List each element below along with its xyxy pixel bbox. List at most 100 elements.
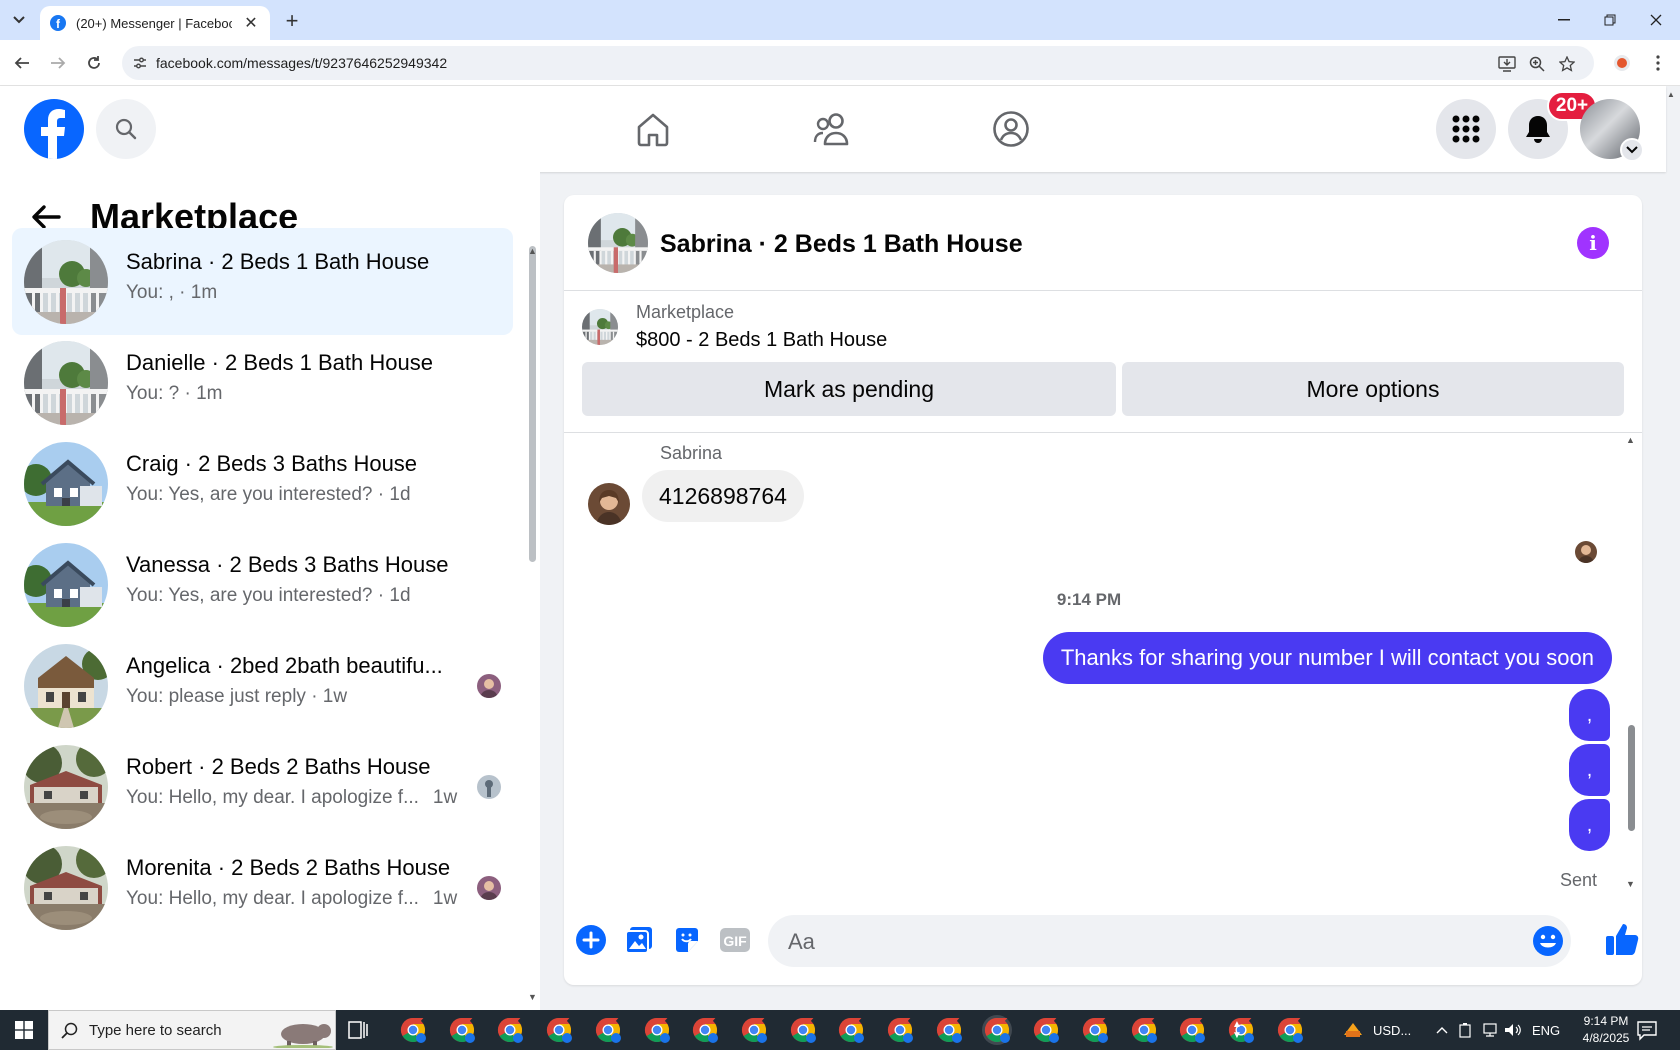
chrome-taskbar-icon[interactable] [447,1015,477,1045]
profile-icon[interactable] [1611,52,1633,74]
tray-scroll-icon[interactable]: ▲ ▼ [1232,1010,1242,1050]
chrome-taskbar-icon[interactable] [982,1015,1013,1045]
reload-icon[interactable] [82,51,106,75]
page-scroll-up-icon[interactable]: ▲ [1667,90,1675,99]
chat-scroll-down-icon[interactable]: ▼ [1626,879,1635,889]
groups-icon[interactable] [986,104,1036,154]
emoji-icon[interactable] [1532,925,1564,957]
tray-app-icon[interactable] [1342,1010,1364,1050]
conversation-item[interactable]: Craig · 2 Beds 3 Baths House You: Yes, ar… [12,430,513,537]
notification-center-icon[interactable] [1636,1019,1658,1041]
info-icon[interactable]: i [1577,227,1609,259]
chrome-taskbar-icon[interactable] [885,1015,915,1045]
address-bar[interactable]: facebook.com/messages/t/9237646252949342 [122,46,1594,80]
gif-icon[interactable]: GIF [718,923,752,957]
chrome-taskbar-icon[interactable] [788,1015,818,1045]
conversation-item[interactable]: Robert · 2 Beds 2 Baths House You: Hello,… [12,733,513,840]
bookmark-star-icon[interactable] [1558,55,1576,73]
friends-icon[interactable] [807,104,857,154]
tray-app-label[interactable]: USD... [1373,1010,1411,1050]
sidebar-scroll-down-icon[interactable]: ▼ [528,992,537,1002]
chrome-taskbar-icon[interactable] [1275,1015,1305,1045]
install-app-icon[interactable] [1498,55,1516,73]
taskbar-search[interactable]: Type here to search [48,1010,336,1050]
site-settings-icon[interactable] [132,55,148,71]
chrome-taskbar-icon[interactable] [642,1015,672,1045]
outgoing-message-small[interactable]: , [1569,744,1610,796]
new-tab-button[interactable]: + [280,8,304,33]
chrome-taskbar-icon[interactable] [544,1015,574,1045]
home-icon[interactable] [628,104,678,154]
tray-chevron-icon[interactable] [1436,1010,1448,1050]
sidebar-scrollbar[interactable] [529,246,536,562]
close-tab-icon[interactable]: ✕ [242,14,260,32]
chat-scrollbar[interactable] [1628,725,1635,831]
zoom-icon[interactable] [1528,55,1546,73]
chrome-taskbar-icon[interactable] [593,1015,623,1045]
chrome-taskbar-icon[interactable] [398,1015,428,1045]
volume-icon[interactable] [1504,1010,1522,1050]
taskbar-clock[interactable]: 9:14 PM 4/8/2025 [1566,1013,1646,1047]
chrome-taskbar-icon[interactable] [1129,1015,1159,1045]
sticker-icon[interactable] [670,923,704,957]
facebook-search-button[interactable] [96,99,156,159]
chrome-taskbar-icon[interactable] [1080,1015,1110,1045]
chat-title[interactable]: Sabrina · 2 Beds 1 Bath House [660,230,1023,259]
facebook-logo-icon[interactable] [24,99,84,159]
more-options-button[interactable]: More options [1122,362,1624,416]
chrome-taskbar-icon[interactable] [1031,1015,1061,1045]
outgoing-message[interactable]: Thanks for sharing your number I will co… [1042,632,1612,684]
conversation-preview: You: Hello, my dear. I apologize f... [126,888,419,909]
browser-menu-icon[interactable] [1647,52,1669,74]
conversation-preview: You: please just reply · 1w [126,686,348,707]
listing-title[interactable]: $800 - 2 Beds 1 Bath House [636,329,887,352]
browser-tab[interactable]: f (20+) Messenger | Facebook ✕ [40,6,270,40]
conversation-name: Sabrina · 2 Beds 1 Bath House [126,249,430,274]
battery-icon[interactable] [1458,1010,1472,1050]
conversation-thumbnail [24,644,108,728]
conversation-preview-line: You: please just reply · 1w [126,686,347,708]
chrome-taskbar-icon[interactable] [495,1015,525,1045]
plus-icon[interactable] [574,923,608,957]
conversation-preview: You: ? · 1m [126,383,223,404]
chat-scroll-up-icon[interactable]: ▲ [1626,435,1635,445]
minimize-icon[interactable] [1544,8,1584,32]
tab-search-chevron-icon[interactable] [6,8,32,32]
language-indicator[interactable]: ENG [1532,1010,1560,1050]
search-highlight-icon [273,1024,333,1048]
sender-avatar[interactable] [588,483,630,525]
network-icon[interactable] [1481,1010,1499,1050]
task-view-icon[interactable] [346,1018,370,1042]
porch-photo [582,309,618,345]
menu-grid-button[interactable] [1436,99,1496,159]
conversation-item[interactable]: Sabrina · 2 Beds 1 Bath House You: , · 1m [12,228,513,335]
thumbs-up-icon[interactable] [1604,921,1640,957]
message-input[interactable]: Aa [768,915,1571,967]
mark-as-pending-button[interactable]: Mark as pending [582,362,1116,416]
forward-arrow-icon[interactable] [46,51,70,75]
chat-listing-avatar[interactable] [588,213,648,273]
incoming-message[interactable]: 4126898764 [642,470,804,522]
conversation-name: Robert · 2 Beds 2 Baths House [126,754,431,779]
conversation-thumbnail [24,543,108,627]
close-window-icon[interactable] [1636,8,1676,32]
windows-start-icon[interactable] [0,1010,48,1050]
conversation-preview-line: You: Hello, my dear. I apologize f... 1w [126,787,457,809]
back-arrow-icon[interactable] [10,51,34,75]
conversation-item[interactable]: Morenita · 2 Beds 2 Baths House You: Hell… [12,834,513,941]
chrome-taskbar-icon[interactable] [739,1015,769,1045]
conversation-item[interactable]: Vanessa · 2 Beds 3 Baths House You: Yes, … [12,531,513,638]
restore-icon[interactable] [1590,8,1630,32]
sidebar-scroll-up-icon[interactable]: ▲ [528,246,537,256]
chrome-taskbar-icon[interactable] [690,1015,720,1045]
listing-thumbnail[interactable] [582,309,618,345]
outgoing-message-small[interactable]: , [1569,799,1610,851]
account-chevron-icon[interactable] [1620,138,1644,162]
chrome-taskbar-icon[interactable] [934,1015,964,1045]
conversation-item[interactable]: Angelica · 2bed 2bath beautifu... You: pl… [12,632,513,739]
chrome-taskbar-icon[interactable] [1177,1015,1207,1045]
chrome-taskbar-icon[interactable] [836,1015,866,1045]
conversation-item[interactable]: Danielle · 2 Beds 1 Bath House You: ? · 1… [12,329,513,436]
outgoing-message-small[interactable]: , [1569,689,1610,741]
photo-icon[interactable] [622,923,656,957]
